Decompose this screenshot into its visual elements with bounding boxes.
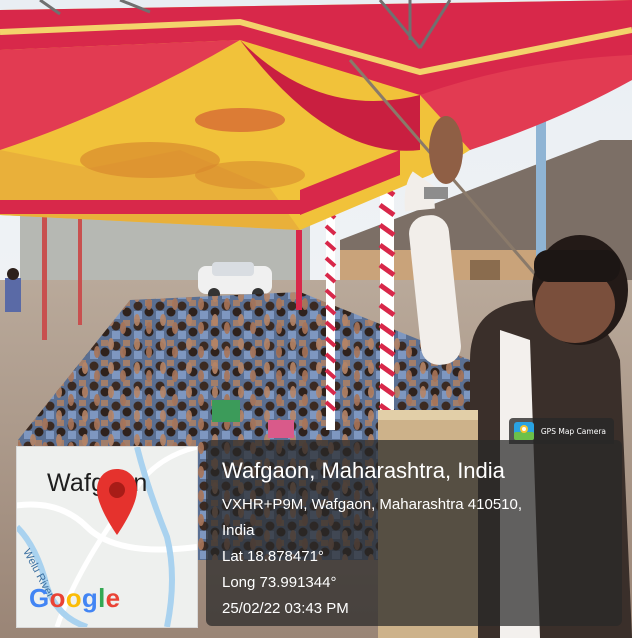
address-line-1: VXHR+P9M, Wafgaon, Maharashtra 410510, [222, 496, 523, 513]
map-thumbnail: Wafgaon Welu River Google [16, 446, 198, 628]
datetime-text: 25/02/22 03:43 PM [222, 600, 349, 617]
photo-frame: Wafgaon Welu River Google GPS Map Camera [0, 0, 632, 638]
gps-map-camera-icon [513, 422, 534, 440]
location-info-panel: GPS Map Camera Wafgaon, Maharashtra, Ind… [206, 418, 622, 626]
latitude-text: Lat 18.878471° [222, 548, 324, 565]
google-logo: Google [29, 583, 121, 613]
location-title: Wafgaon, Maharashtra, India [222, 458, 505, 483]
address-line-2: India [222, 522, 255, 539]
brand-badge: GPS Map Camera [508, 418, 614, 444]
longitude-text: Long 73.991344° [222, 574, 337, 591]
gps-stamp: Wafgaon Welu River Google GPS Map Camera [16, 418, 622, 630]
brand-name: GPS Map Camera [540, 426, 606, 436]
location-pin-icon [97, 469, 137, 535]
